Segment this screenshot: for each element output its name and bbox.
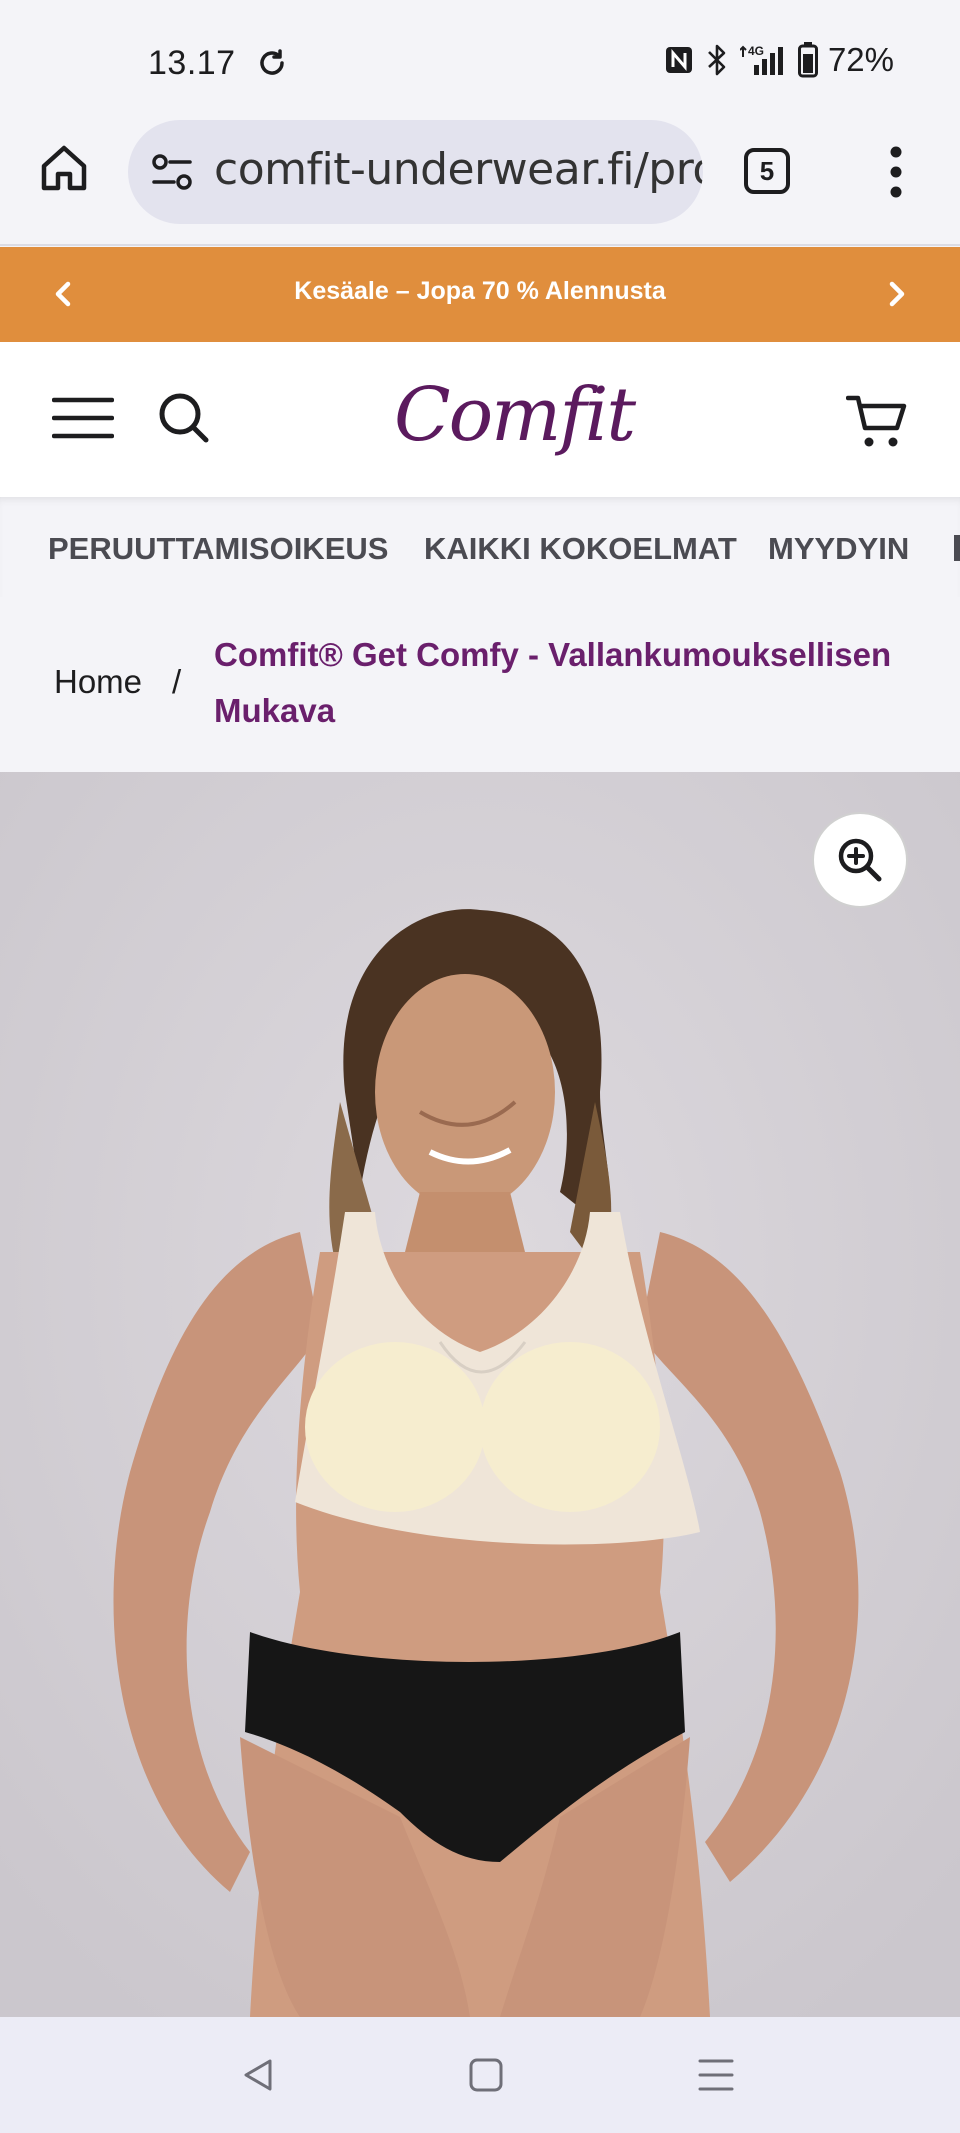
home-icon[interactable] bbox=[38, 142, 90, 194]
nfc-icon bbox=[665, 47, 692, 73]
url-text[interactable]: comfit-underwear.fi/prod bbox=[214, 144, 703, 195]
status-icons: 4G 72% bbox=[664, 40, 894, 80]
site-header: Comfit bbox=[0, 342, 960, 497]
status-bar: 13.17 4G 72% bbox=[0, 0, 960, 120]
breadcrumb: Home / Comfit® Get Comfy - Vallankumouks… bbox=[0, 597, 960, 772]
bluetooth-icon bbox=[708, 44, 726, 76]
site-settings-icon[interactable] bbox=[150, 152, 194, 192]
logo-text: Comfit bbox=[394, 372, 636, 458]
tab-switcher-button[interactable]: 5 bbox=[744, 148, 790, 194]
breadcrumb-separator: / bbox=[172, 663, 182, 700]
battery-icon bbox=[797, 42, 818, 78]
site-logo[interactable]: Comfit bbox=[390, 360, 636, 480]
back-icon[interactable] bbox=[238, 2055, 278, 2095]
sync-icon bbox=[260, 49, 284, 75]
cart-icon[interactable] bbox=[846, 392, 908, 450]
recents-icon[interactable] bbox=[696, 2055, 736, 2095]
battery-percent: 72% bbox=[827, 41, 894, 78]
category-nav: PERUUTTAMISOIKEUS KAIKKI KOKOELMAT MYYDY… bbox=[0, 497, 960, 597]
signal-icon: 4G bbox=[739, 44, 783, 75]
more-options-icon[interactable] bbox=[882, 142, 910, 202]
search-icon[interactable] bbox=[158, 392, 210, 444]
hamburger-menu-icon[interactable] bbox=[52, 396, 114, 440]
address-bar[interactable]: comfit-underwear.fi/prod bbox=[128, 120, 703, 224]
home-button-icon[interactable] bbox=[466, 2055, 506, 2095]
nav-item-myydyin[interactable]: MYYDYIN bbox=[768, 531, 909, 567]
promo-banner: Kesäale – Jopa 70 % Alennusta bbox=[0, 247, 960, 342]
system-navigation-bar bbox=[0, 2017, 960, 2133]
zoom-in-icon bbox=[838, 838, 882, 882]
chevron-right-icon[interactable] bbox=[880, 277, 912, 311]
breadcrumb-current: Comfit® Get Comfy - Vallankumouksellisen… bbox=[214, 636, 892, 729]
nav-item-overflow[interactable] bbox=[954, 535, 960, 561]
product-image[interactable] bbox=[0, 772, 960, 2017]
browser-toolbar: comfit-underwear.fi/prod 5 bbox=[0, 120, 960, 246]
nav-item-peruuttamisoikeus[interactable]: PERUUTTAMISOIKEUS bbox=[48, 531, 388, 567]
network-type: 4G bbox=[748, 44, 764, 58]
promo-text[interactable]: Kesäale – Jopa 70 % Alennusta bbox=[0, 277, 960, 306]
zoom-button[interactable] bbox=[812, 812, 908, 908]
nav-item-kaikki-kokoelmat[interactable]: KAIKKI KOKOELMAT bbox=[424, 531, 737, 567]
breadcrumb-home-link[interactable]: Home bbox=[54, 663, 142, 701]
model-photo bbox=[0, 772, 960, 2017]
status-time: 13.17 bbox=[148, 44, 236, 82]
